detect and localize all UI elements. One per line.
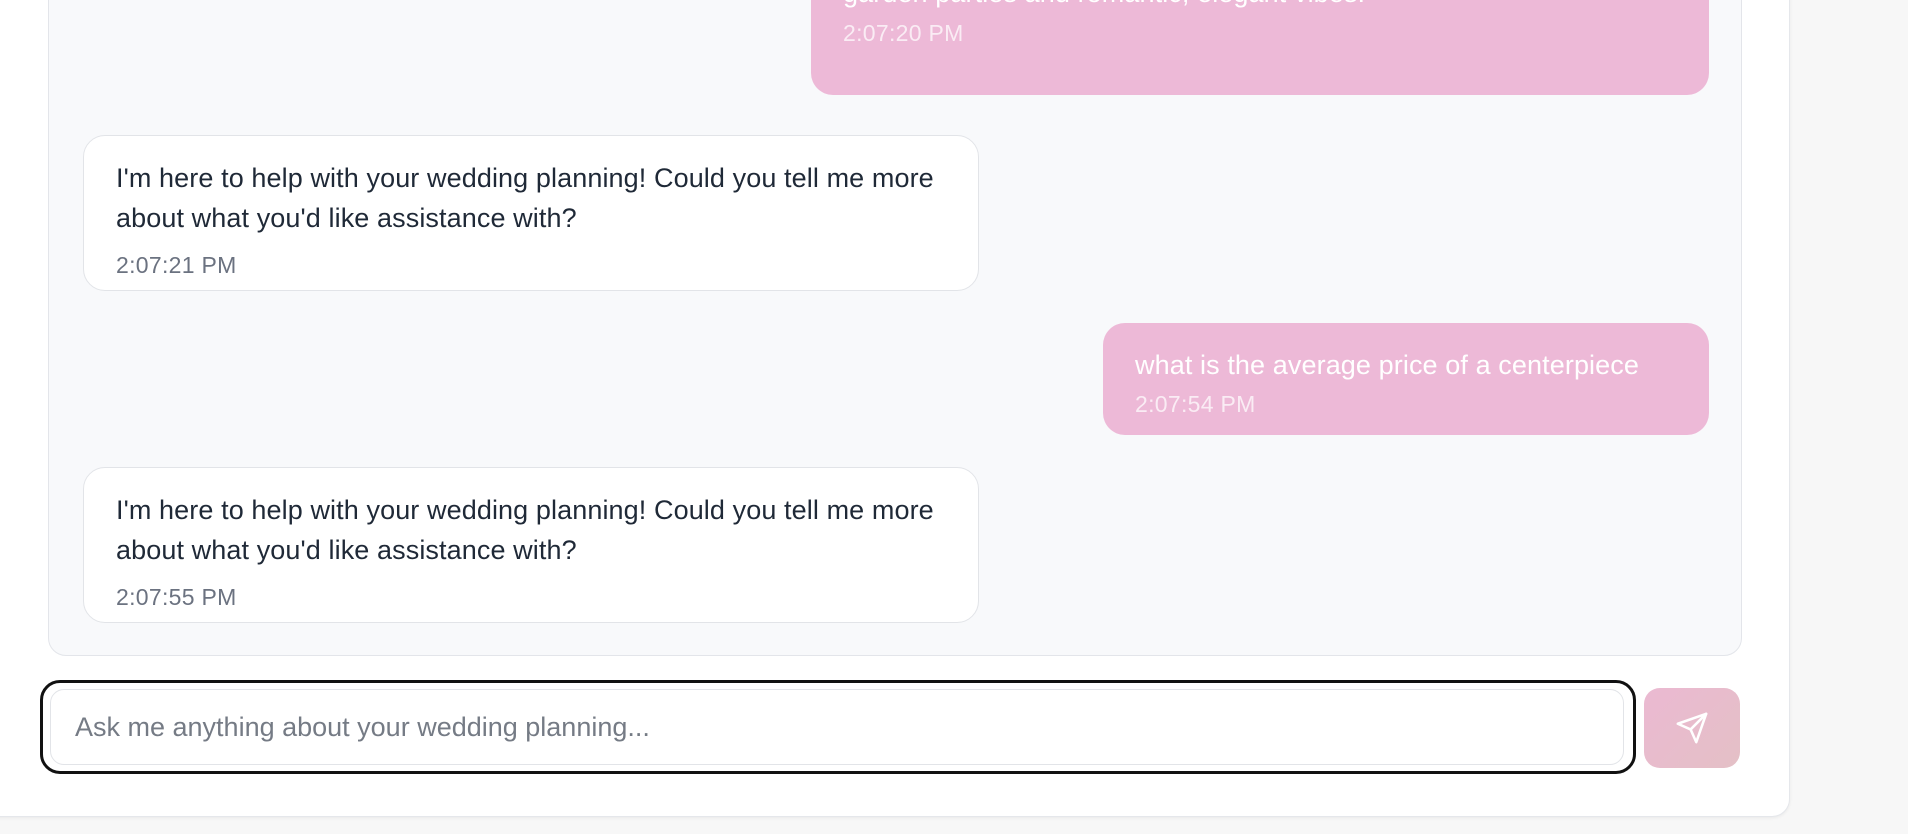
message-text: what is the average price of a centerpie… xyxy=(1135,350,1639,380)
user-message: garden parties and romantic, elegant vib… xyxy=(811,0,1709,95)
assistant-message: I'm here to help with your wedding plann… xyxy=(83,135,979,291)
message-list[interactable]: garden parties and romantic, elegant vib… xyxy=(48,0,1742,656)
message-text: I'm here to help with your wedding plann… xyxy=(116,495,934,565)
message-input[interactable] xyxy=(50,689,1624,765)
message-time: 2:07:55 PM xyxy=(116,584,237,610)
message-text: I'm here to help with your wedding plann… xyxy=(116,163,934,233)
composer xyxy=(40,680,1636,774)
message-text: garden parties and romantic, elegant vib… xyxy=(843,0,1677,13)
assistant-message: I'm here to help with your wedding plann… xyxy=(83,467,979,623)
message-time: 2:07:20 PM xyxy=(843,20,964,46)
message-time: 2:07:54 PM xyxy=(1135,391,1256,417)
message-time: 2:07:21 PM xyxy=(116,252,237,278)
user-message: what is the average price of a centerpie… xyxy=(1103,323,1709,435)
send-icon xyxy=(1675,711,1709,745)
send-button[interactable] xyxy=(1644,688,1740,768)
